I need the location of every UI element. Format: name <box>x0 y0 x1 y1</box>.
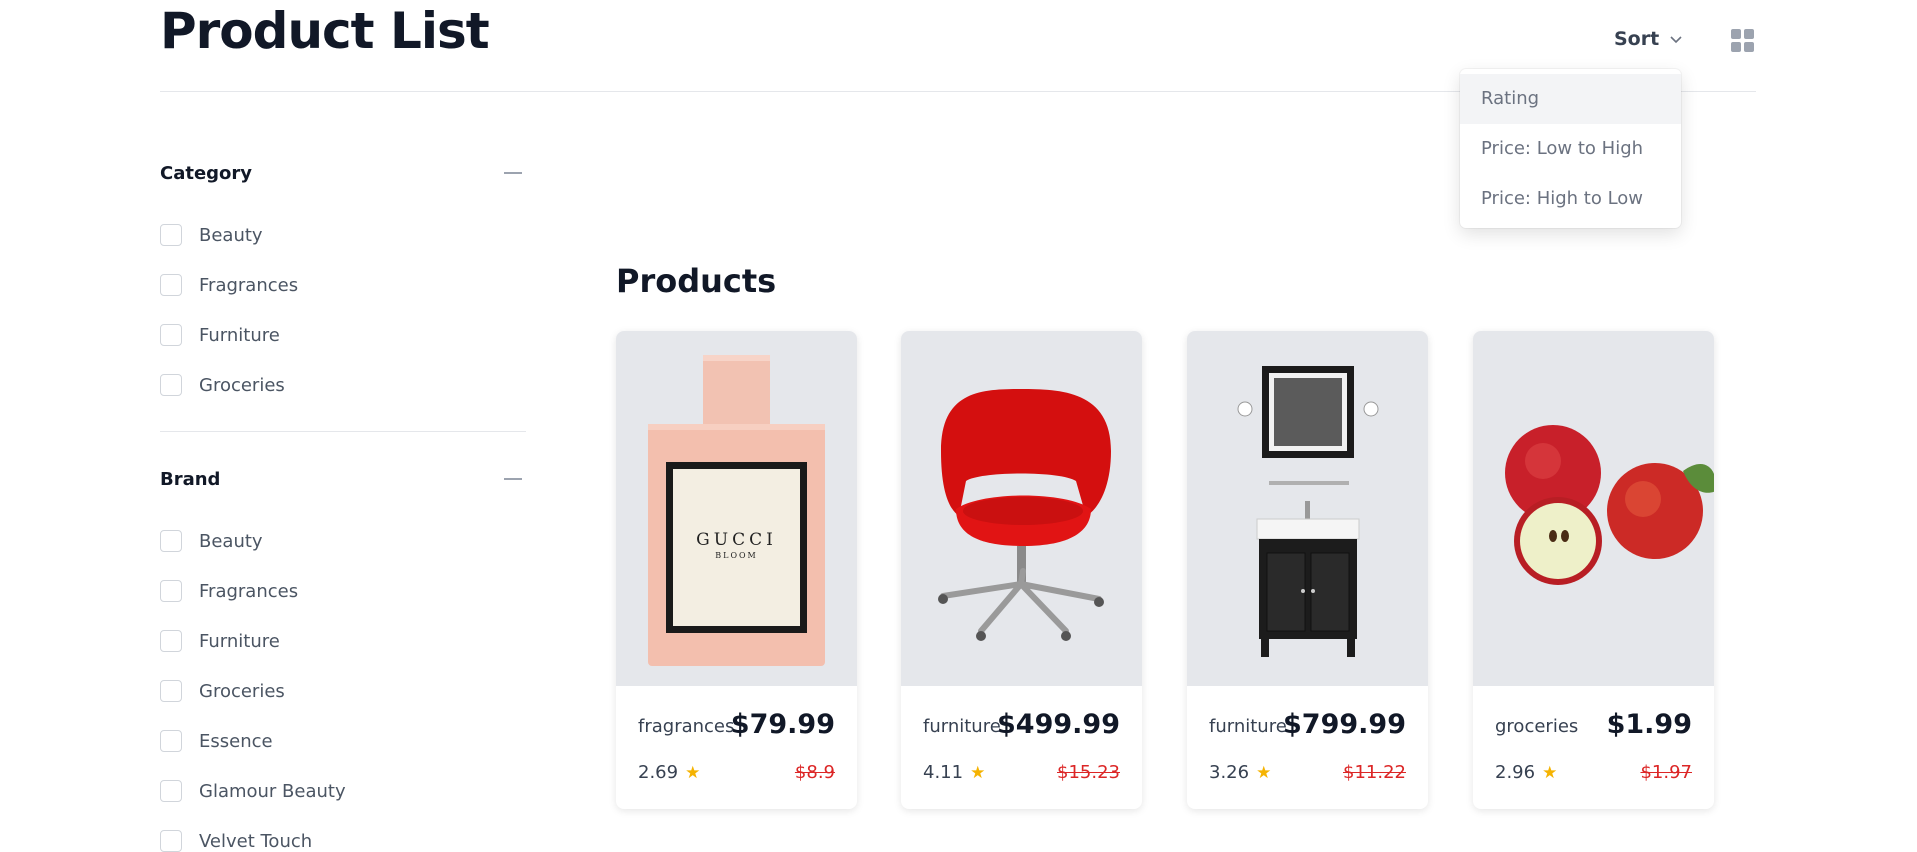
brand-option-beauty[interactable]: Beauty <box>160 516 526 566</box>
option-label: Beauty <box>199 224 263 246</box>
brand-filter: Brand Beauty Fragrances Furniture Grocer… <box>160 467 526 852</box>
sort-button[interactable]: Sort <box>1614 28 1684 50</box>
category-filter-title: Category <box>160 162 253 184</box>
product-price: $499.99 <box>997 709 1120 740</box>
perfume-product-text: BLOOM <box>715 551 758 560</box>
checkbox[interactable] <box>160 274 182 296</box>
star-icon: ★ <box>970 762 986 783</box>
rating-value: 2.96 <box>1495 762 1536 783</box>
page-title: Product List <box>160 2 490 60</box>
checkbox[interactable] <box>160 680 182 702</box>
option-label: Fragrances <box>199 274 299 296</box>
rating-value: 2.69 <box>638 762 679 783</box>
product-rating: 2.69 ★ <box>638 762 700 783</box>
brand-option-essence[interactable]: Essence <box>160 716 526 766</box>
option-label: Velvet Touch <box>199 830 313 852</box>
product-category: furniture <box>1209 716 1287 737</box>
category-option-beauty[interactable]: Beauty <box>160 210 526 260</box>
product-card[interactable]: GUCCI BLOOM fragrances $79.99 2.69 ★ $8.9 <box>616 331 857 809</box>
category-filter: Category Beauty Fragrances Furniture Gro… <box>160 161 526 410</box>
products-heading: Products <box>616 262 777 300</box>
brand-option-glamour-beauty[interactable]: Glamour Beauty <box>160 766 526 816</box>
product-old-price: $1.97 <box>1640 762 1692 783</box>
product-category: groceries <box>1495 716 1579 737</box>
product-card[interactable]: furniture $499.99 4.11 ★ $15.23 <box>901 331 1142 809</box>
sort-option-rating[interactable]: Rating <box>1460 74 1681 124</box>
checkbox[interactable] <box>160 630 182 652</box>
checkbox[interactable] <box>160 780 182 802</box>
category-option-fragrances[interactable]: Fragrances <box>160 260 526 310</box>
collapse-minus-icon[interactable] <box>504 172 522 174</box>
chevron-down-icon <box>1670 36 1682 44</box>
product-rating: 2.96 ★ <box>1495 762 1557 783</box>
checkbox[interactable] <box>160 730 182 752</box>
product-category: fragrances <box>638 716 735 737</box>
filter-divider <box>160 431 526 432</box>
option-label: Beauty <box>199 530 263 552</box>
product-old-price: $11.22 <box>1343 762 1406 783</box>
checkbox[interactable] <box>160 374 182 396</box>
product-price: $79.99 <box>730 709 835 740</box>
option-label: Groceries <box>199 680 285 702</box>
brand-option-groceries[interactable]: Groceries <box>160 666 526 716</box>
checkbox[interactable] <box>160 224 182 246</box>
option-label: Glamour Beauty <box>199 780 346 802</box>
brand-filter-header[interactable]: Brand <box>160 467 526 491</box>
option-label: Groceries <box>199 374 285 396</box>
sort-dropdown: Rating Price: Low to High Price: High to… <box>1460 69 1681 228</box>
product-old-price: $8.9 <box>794 762 835 783</box>
rating-value: 4.11 <box>923 762 964 783</box>
brand-filter-title: Brand <box>160 468 221 490</box>
checkbox[interactable] <box>160 530 182 552</box>
product-image-office-chair <box>901 331 1142 686</box>
product-price: $799.99 <box>1283 709 1406 740</box>
category-filter-header[interactable]: Category <box>160 161 526 185</box>
option-label: Furniture <box>199 324 280 346</box>
grid-view-icon[interactable] <box>1731 29 1755 53</box>
product-rating: 4.11 ★ <box>923 762 985 783</box>
option-label: Furniture <box>199 630 280 652</box>
category-option-furniture[interactable]: Furniture <box>160 310 526 360</box>
sort-option-price-low-high[interactable]: Price: Low to High <box>1460 124 1681 174</box>
product-rating: 3.26 ★ <box>1209 762 1271 783</box>
product-image-apples <box>1473 331 1714 686</box>
brand-option-velvet-touch[interactable]: Velvet Touch <box>160 816 526 852</box>
checkbox[interactable] <box>160 580 182 602</box>
collapse-minus-icon[interactable] <box>504 478 522 480</box>
checkbox[interactable] <box>160 830 182 852</box>
sort-label: Sort <box>1614 28 1660 50</box>
product-price: $1.99 <box>1606 709 1692 740</box>
product-old-price: $15.23 <box>1057 762 1120 783</box>
product-image-perfume: GUCCI BLOOM <box>616 331 857 686</box>
product-card[interactable]: groceries $1.99 2.96 ★ $1.97 <box>1473 331 1714 809</box>
sort-option-price-high-low[interactable]: Price: High to Low <box>1460 174 1681 224</box>
brand-option-fragrances[interactable]: Fragrances <box>160 566 526 616</box>
perfume-brand-text: GUCCI <box>696 530 777 550</box>
star-icon: ★ <box>685 762 701 783</box>
star-icon: ★ <box>1256 762 1272 783</box>
star-icon: ★ <box>1542 762 1558 783</box>
product-image-bathroom-vanity <box>1187 331 1428 686</box>
rating-value: 3.26 <box>1209 762 1250 783</box>
brand-option-furniture[interactable]: Furniture <box>160 616 526 666</box>
checkbox[interactable] <box>160 324 182 346</box>
option-label: Fragrances <box>199 580 299 602</box>
product-card[interactable]: furniture $799.99 3.26 ★ $11.22 <box>1187 331 1428 809</box>
option-label: Essence <box>199 730 273 752</box>
category-option-groceries[interactable]: Groceries <box>160 360 526 410</box>
product-category: furniture <box>923 716 1001 737</box>
